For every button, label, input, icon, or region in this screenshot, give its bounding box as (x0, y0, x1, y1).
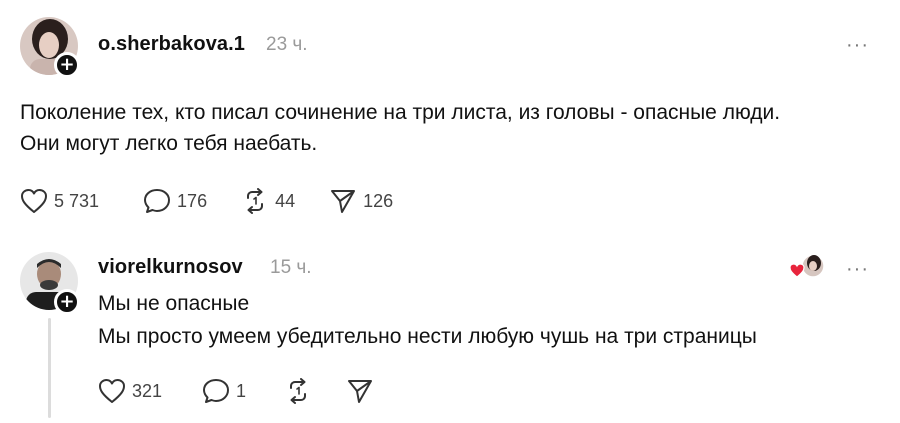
send-icon (329, 188, 357, 214)
post-text-line: Они могут легко тебя наебать. (20, 132, 318, 155)
reply-username[interactable]: viorelkurnosov (98, 256, 243, 279)
heart-icon (98, 378, 126, 404)
reply-comment-button[interactable]: 1 (202, 378, 246, 404)
comment-bubble-icon (143, 188, 171, 214)
repost-count: 44 (275, 190, 296, 211)
reply-text-line: Мы просто умеем убедительно нести любую … (98, 325, 757, 348)
reply-like-button[interactable]: 321 (98, 378, 162, 404)
reply-more-menu-icon[interactable]: ··· (846, 259, 869, 279)
repost-button[interactable]: 44 (241, 188, 295, 214)
reply-repost-button[interactable] (284, 378, 312, 404)
repost-icon (284, 378, 312, 404)
comment-button[interactable]: 176 (143, 188, 207, 214)
reply-actions: 321 1 (98, 378, 408, 404)
reply-body: Мы не опасные Мы просто умеем убедительн… (98, 287, 757, 353)
red-heart-icon (789, 263, 805, 278)
heart-icon (20, 188, 48, 214)
post-text-line: Поколение тех, кто писал сочинение на тр… (20, 101, 781, 124)
reply-text-line: Мы не опасные (98, 292, 250, 315)
share-count: 126 (363, 190, 394, 211)
share-button[interactable]: 126 (329, 188, 393, 214)
reply-like-count: 321 (132, 380, 163, 401)
liked-by-author-indicator (788, 252, 828, 282)
reply-follow-plus-icon[interactable]: + (54, 289, 80, 315)
thread-line (48, 318, 51, 418)
post-actions: 5 731 176 44 126 (20, 188, 427, 214)
repost-icon (241, 188, 269, 214)
comment-bubble-icon (202, 378, 230, 404)
reply-share-button[interactable] (346, 378, 374, 404)
follow-plus-icon[interactable]: + (54, 52, 80, 78)
author-username[interactable]: o.sherbakova.1 (98, 33, 245, 56)
post-body: Поколение тех, кто писал сочинение на тр… (20, 97, 780, 159)
comment-count: 176 (177, 190, 208, 211)
send-icon (346, 378, 374, 404)
reply-comment-count: 1 (236, 380, 247, 401)
like-count: 5 731 (54, 190, 100, 211)
post-timestamp[interactable]: 23 ч. (266, 34, 308, 56)
reply-timestamp[interactable]: 15 ч. (270, 257, 312, 279)
like-button[interactable]: 5 731 (20, 188, 99, 214)
post-more-menu-icon[interactable]: ··· (846, 35, 869, 55)
